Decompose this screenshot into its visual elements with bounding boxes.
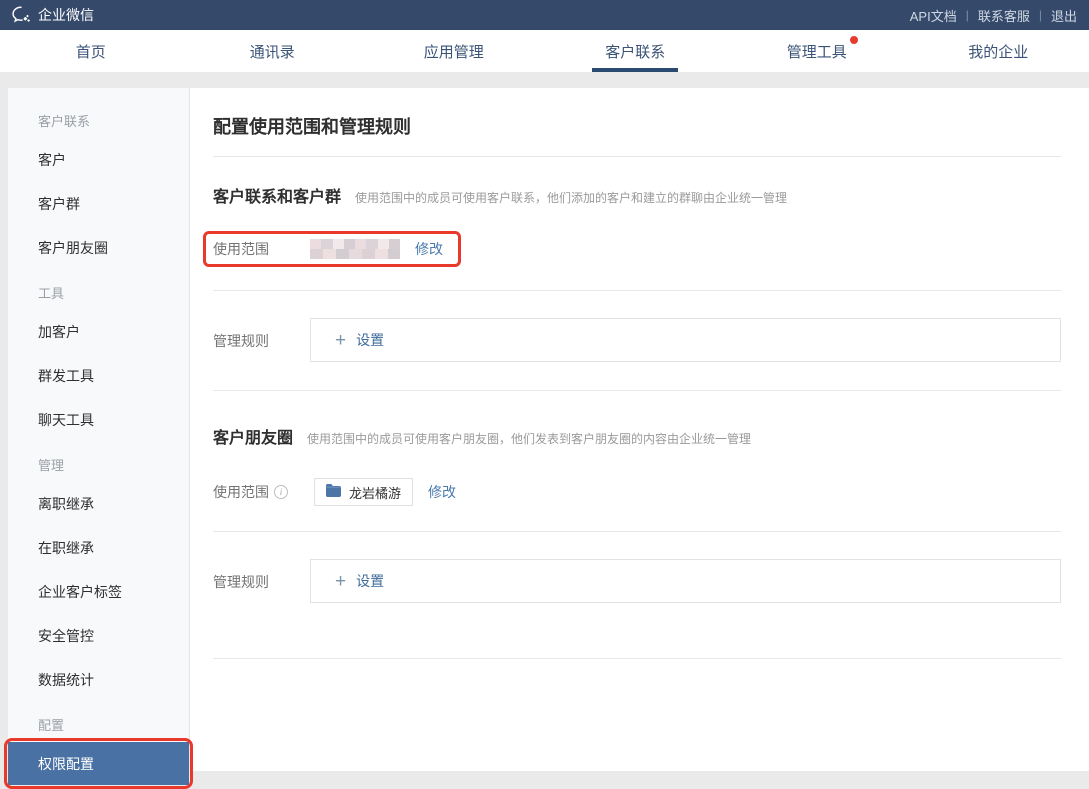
section-customer-contact-head: 客户联系和客户群 使用范围中的成员可使用客户联系，他们添加的客户和建立的群聊由企… xyxy=(213,183,1061,207)
wechat-work-bubble-icon xyxy=(12,6,32,24)
sidebar-item-active-inheritance[interactable]: 在职继承 xyxy=(8,526,189,570)
setup-rules-button[interactable]: + 设置 xyxy=(310,318,1061,362)
plus-icon: + xyxy=(335,331,346,350)
plus-icon: + xyxy=(335,572,346,591)
modify-scope-link[interactable]: 修改 xyxy=(415,239,443,259)
setup-moments-rules-button[interactable]: + 设置 xyxy=(310,559,1061,603)
sidebar-item-bulk-message-tool[interactable]: 群发工具 xyxy=(8,354,189,398)
sidebar-item-customer-groups[interactable]: 客户群 xyxy=(8,182,189,226)
scope-department-chip: 龙岩橘游 xyxy=(314,478,413,506)
divider xyxy=(213,156,1061,157)
rules-row: 管理规则 + 设置 xyxy=(213,318,1061,362)
redacted-scope-value xyxy=(310,239,400,259)
main-panel: 配置使用范围和管理规则 客户联系和客户群 使用范围中的成员可使用客户联系，他们添… xyxy=(190,88,1089,771)
folder-icon xyxy=(326,484,341,500)
sidebar-header-management: 管理 xyxy=(8,446,189,482)
sidebar: 客户联系 客户 客户群 客户朋友圈 工具 加客户 群发工具 聊天工具 管理 离职… xyxy=(8,88,190,771)
divider xyxy=(213,531,1061,532)
scope-label: 使用范围 xyxy=(213,239,310,259)
sidebar-group-customer-contact: 客户联系 客户 客户群 客户朋友圈 xyxy=(8,102,189,270)
section-description: 使用范围中的成员可使用客户朋友圈，他们发表到客户朋友圈的内容由企业统一管理 xyxy=(307,430,751,447)
tab-my-company[interactable]: 我的企业 xyxy=(908,30,1089,72)
tab-customer-contact[interactable]: 客户联系 xyxy=(545,30,727,72)
sidebar-group-management: 管理 离职继承 在职继承 企业客户标签 安全管控 数据统计 xyxy=(8,446,189,702)
sidebar-header-customer-contact: 客户联系 xyxy=(8,102,189,138)
top-bar: 企业微信 API文档 | 联系客服 | 退出 xyxy=(0,0,1089,30)
sidebar-group-configuration: 配置 权限配置 xyxy=(8,706,189,785)
sidebar-item-resigned-inheritance[interactable]: 离职继承 xyxy=(8,482,189,526)
section-customer-moments-head: 客户朋友圈 使用范围中的成员可使用客户朋友圈，他们发表到客户朋友圈的内容由企业统… xyxy=(213,424,1061,448)
section-description: 使用范围中的成员可使用客户联系，他们添加的客户和建立的群聊由企业统一管理 xyxy=(355,189,787,206)
tab-app-management[interactable]: 应用管理 xyxy=(363,30,545,72)
red-dot-badge xyxy=(850,36,858,44)
divider xyxy=(213,290,1061,291)
app-logo-text: 企业微信 xyxy=(38,5,94,25)
separator: | xyxy=(966,8,969,22)
sidebar-item-customers[interactable]: 客户 xyxy=(8,138,189,182)
tab-management-tools[interactable]: 管理工具 xyxy=(726,30,908,72)
page-title: 配置使用范围和管理规则 xyxy=(213,113,1061,139)
divider xyxy=(213,658,1061,659)
scope-row-highlight-annotation: 使用范围 修改 xyxy=(203,231,461,267)
content-layout: 客户联系 客户 客户群 客户朋友圈 工具 加客户 群发工具 聊天工具 管理 离职… xyxy=(0,88,1089,771)
tab-home[interactable]: 首页 xyxy=(0,30,182,72)
sidebar-item-permission-config[interactable]: 权限配置 xyxy=(8,742,189,785)
info-icon[interactable]: i xyxy=(274,485,288,499)
sidebar-item-corp-customer-tags[interactable]: 企业客户标签 xyxy=(8,570,189,614)
topbar-links: API文档 | 联系客服 | 退出 xyxy=(910,6,1077,25)
section-title: 客户朋友圈 xyxy=(213,424,293,448)
sidebar-group-tools: 工具 加客户 群发工具 聊天工具 xyxy=(8,274,189,442)
section-title: 客户联系和客户群 xyxy=(213,183,341,207)
scope-department-name: 龙岩橘游 xyxy=(349,483,401,502)
sidebar-header-configuration: 配置 xyxy=(8,706,189,742)
tab-contacts[interactable]: 通讯录 xyxy=(182,30,364,72)
api-docs-link[interactable]: API文档 xyxy=(910,6,957,25)
sidebar-item-add-customer[interactable]: 加客户 xyxy=(8,310,189,354)
sidebar-item-chat-tool[interactable]: 聊天工具 xyxy=(8,398,189,442)
separator: | xyxy=(1039,8,1042,22)
scope-label: 使用范围 xyxy=(213,482,269,502)
sidebar-header-tools: 工具 xyxy=(8,274,189,310)
rules-label: 管理规则 xyxy=(213,318,310,362)
contact-support-link[interactable]: 联系客服 xyxy=(978,6,1030,25)
rules-label: 管理规则 xyxy=(213,559,310,603)
app-logo[interactable]: 企业微信 xyxy=(12,5,94,25)
main-nav: 首页 通讯录 应用管理 客户联系 管理工具 我的企业 xyxy=(0,30,1089,72)
logout-link[interactable]: 退出 xyxy=(1051,6,1077,25)
sidebar-item-data-statistics[interactable]: 数据统计 xyxy=(8,658,189,702)
moments-scope-row: 使用范围 i 龙岩橘游 修改 xyxy=(213,478,1061,506)
sidebar-item-security-control[interactable]: 安全管控 xyxy=(8,614,189,658)
divider xyxy=(213,390,1061,391)
modify-moments-scope-link[interactable]: 修改 xyxy=(428,482,456,502)
moments-rules-row: 管理规则 + 设置 xyxy=(213,559,1061,603)
sidebar-item-customer-moments[interactable]: 客户朋友圈 xyxy=(8,226,189,270)
